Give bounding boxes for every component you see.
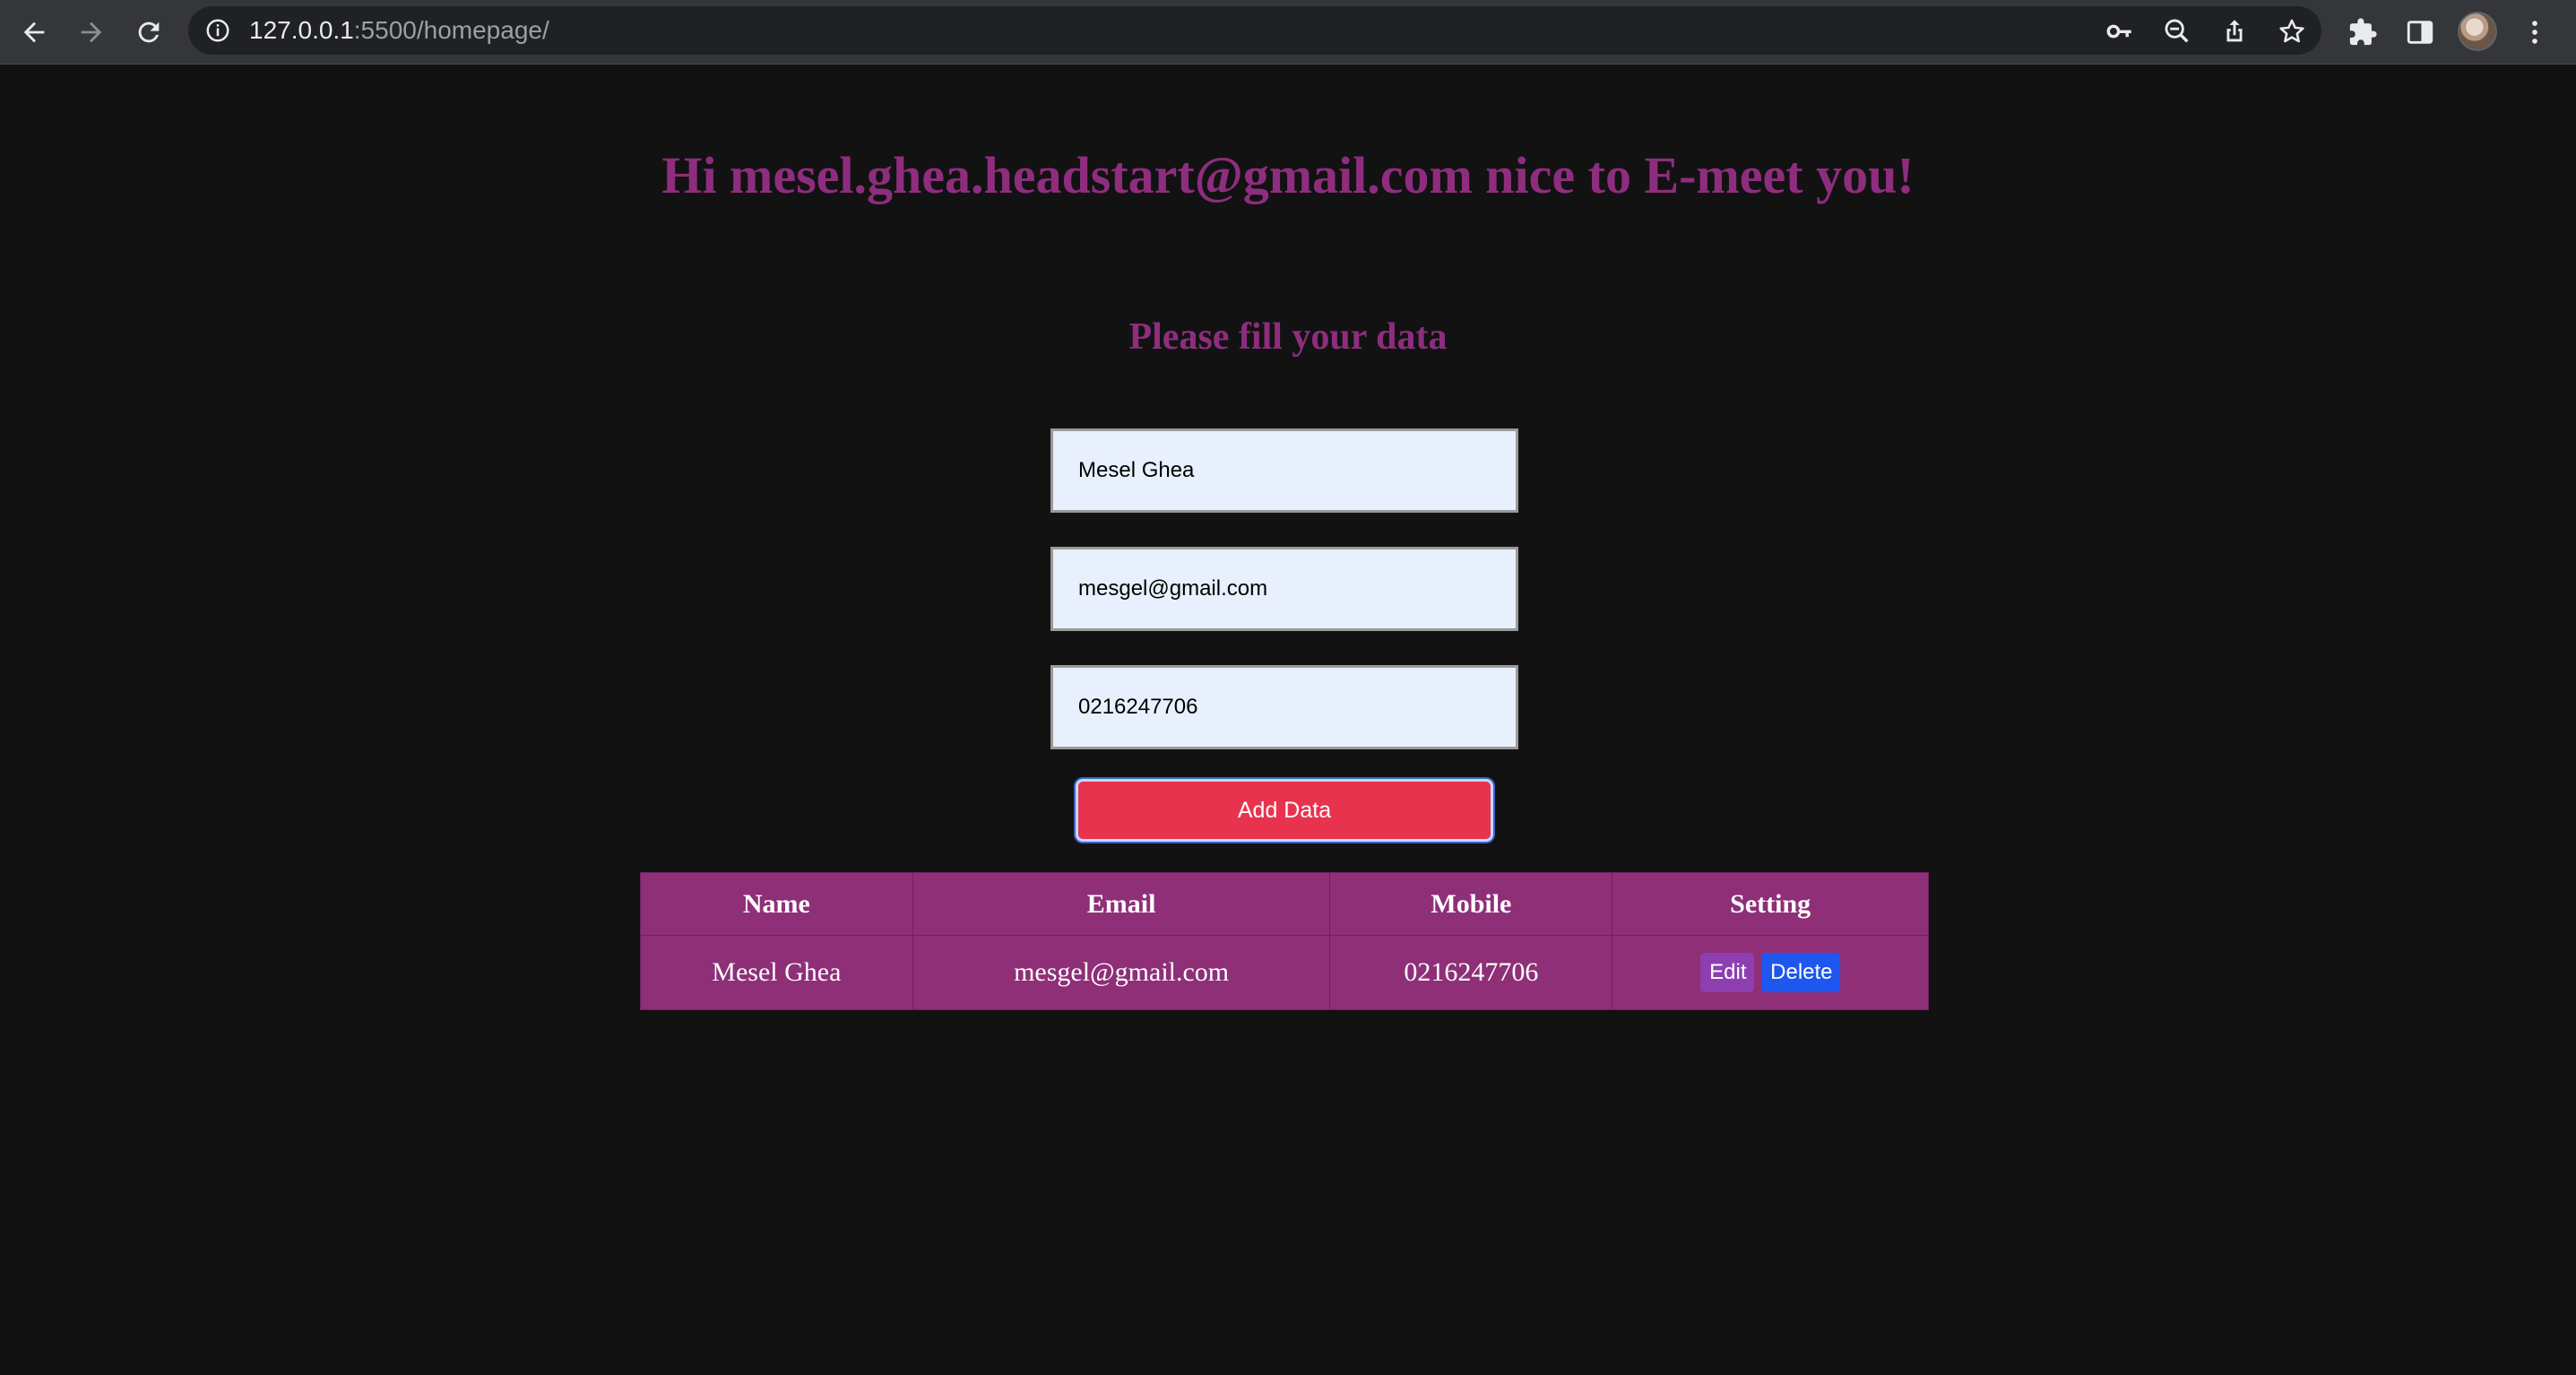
side-panel-icon[interactable] bbox=[2399, 11, 2442, 54]
form-subtitle: Please fill your data bbox=[1128, 316, 1448, 358]
forward-icon[interactable] bbox=[70, 11, 113, 54]
header-setting: Setting bbox=[1612, 872, 1929, 936]
menu-icon[interactable] bbox=[2513, 11, 2556, 54]
mobile-input[interactable] bbox=[1050, 665, 1518, 749]
url-text[interactable]: 127.0.0.1:5500/homepage/ bbox=[249, 6, 549, 55]
cell-setting: Edit Delete bbox=[1612, 935, 1929, 1010]
add-data-button[interactable]: Add Data bbox=[1076, 779, 1493, 842]
table-header-row: Name Email Mobile Setting bbox=[640, 872, 1929, 936]
key-icon[interactable] bbox=[2105, 16, 2135, 47]
table-row: Mesel Ghea mesgel@gmail.com 0216247706 E… bbox=[640, 935, 1929, 1010]
name-input[interactable] bbox=[1050, 428, 1518, 513]
url-host: 127.0.0.1 bbox=[249, 16, 354, 44]
header-name: Name bbox=[640, 872, 913, 936]
cell-email: mesgel@gmail.com bbox=[912, 935, 1331, 1010]
delete-button[interactable]: Delete bbox=[1761, 953, 1841, 992]
address-bar[interactable]: 127.0.0.1:5500/homepage/ bbox=[188, 6, 2321, 55]
star-icon[interactable] bbox=[2277, 16, 2307, 47]
reload-icon[interactable] bbox=[127, 11, 170, 54]
extensions-icon[interactable] bbox=[2341, 11, 2384, 54]
cell-mobile: 0216247706 bbox=[1329, 935, 1613, 1010]
share-icon[interactable] bbox=[2219, 16, 2250, 47]
data-table: Name Email Mobile Setting Mesel Ghea mes… bbox=[640, 872, 1929, 1010]
back-icon[interactable] bbox=[13, 11, 56, 54]
edit-button[interactable]: Edit bbox=[1700, 953, 1755, 992]
header-email: Email bbox=[912, 872, 1331, 936]
zoom-out-icon[interactable] bbox=[2162, 16, 2192, 47]
avatar[interactable] bbox=[2458, 12, 2497, 51]
browser-toolbar: 127.0.0.1:5500/homepage/ bbox=[0, 0, 2576, 65]
cell-name: Mesel Ghea bbox=[640, 935, 913, 1010]
header-mobile: Mobile bbox=[1329, 872, 1613, 936]
greeting-heading: Hi mesel.ghea.headstart@gmail.com nice t… bbox=[661, 146, 1915, 204]
page-content: Hi mesel.ghea.headstart@gmail.com nice t… bbox=[0, 65, 2576, 1375]
email-input[interactable] bbox=[1050, 547, 1518, 631]
url-path: :5500/homepage/ bbox=[353, 16, 549, 44]
info-icon[interactable] bbox=[204, 17, 231, 44]
